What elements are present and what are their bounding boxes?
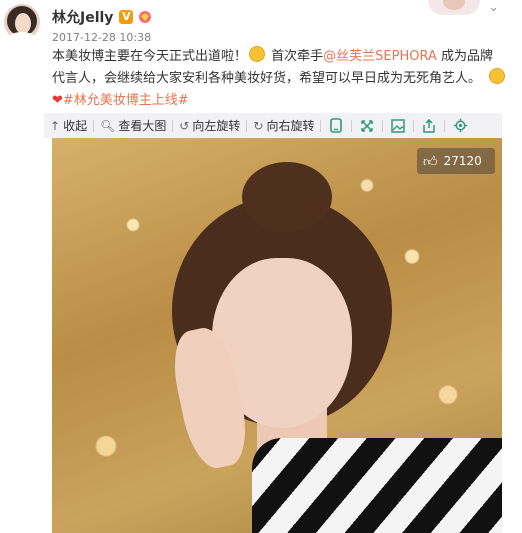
collapse-label: 收起 bbox=[63, 119, 88, 133]
corner-avatar-thumb[interactable] bbox=[428, 0, 480, 15]
avatar-face bbox=[15, 13, 31, 34]
avatar[interactable] bbox=[4, 4, 40, 40]
rotate-right-icon: ↻ bbox=[253, 118, 264, 133]
like-badge[interactable]: 👍︎ 27120 bbox=[417, 148, 495, 174]
settings-icon-graphic bbox=[453, 118, 468, 133]
post-text-segment: 成为品牌 bbox=[441, 49, 494, 64]
rotate-left-label: 向左旋转 bbox=[192, 119, 241, 133]
like-count: 27120 bbox=[443, 154, 482, 168]
verified-badge: V bbox=[119, 10, 134, 24]
view-large-label: 查看大图 bbox=[118, 119, 167, 133]
phone-icon[interactable] bbox=[321, 113, 351, 138]
share-icon[interactable] bbox=[414, 113, 444, 138]
post-text-segment: 代言人，会继续给大家安利各种美妆好货，希望可以早日成为无死角艺人。 bbox=[52, 71, 482, 86]
post-text-segment: 本美妆博主要在今天正式出道啦！ bbox=[52, 49, 248, 64]
view-large-button[interactable]: 🔍︎ 查看大图 bbox=[94, 113, 172, 138]
hashtag-link[interactable]: #林允美妆博主上线# bbox=[63, 93, 189, 108]
post-timestamp[interactable]: 2017-12-28 10:38 bbox=[52, 31, 151, 44]
image-toolbar: ↑ 收起 🔍︎ 查看大图 ↺ 向左旋转 ↻ 向右旋转 bbox=[44, 113, 502, 138]
rotate-right-label: 向右旋转 bbox=[266, 119, 315, 133]
money-emoji-icon bbox=[249, 46, 266, 62]
rotate-left-button[interactable]: ↺ 向左旋转 bbox=[173, 113, 246, 138]
corner-thumb-face bbox=[443, 0, 465, 10]
mention-link[interactable]: @丝芙兰SEPHORA bbox=[323, 49, 437, 64]
share-icon-graphic bbox=[423, 118, 436, 133]
expand-icon-graphic bbox=[361, 119, 374, 132]
collapse-button[interactable]: ↑ 收起 bbox=[44, 113, 93, 138]
phone-icon-graphic bbox=[330, 118, 343, 133]
smile-emoji-icon bbox=[489, 68, 506, 84]
rotate-right-button[interactable]: ↻ 向右旋转 bbox=[247, 113, 320, 138]
settings-icon[interactable] bbox=[445, 113, 475, 138]
heart-icon: ❤ bbox=[52, 93, 63, 108]
photo-striped-dress bbox=[252, 438, 502, 533]
magnifier-icon: 🔍︎ bbox=[100, 118, 116, 133]
expand-icon[interactable] bbox=[352, 113, 382, 138]
avatar-body bbox=[8, 32, 36, 40]
chevron-down-icon[interactable]: ⌄ bbox=[488, 0, 499, 15]
image-icon-graphic bbox=[391, 118, 406, 133]
thumbs-up-icon: 👍︎ bbox=[423, 153, 438, 170]
username[interactable]: 林允Jelly bbox=[52, 7, 113, 27]
photo-hair-bun bbox=[242, 162, 332, 232]
image-icon[interactable] bbox=[383, 113, 413, 138]
rotate-left-icon: ↺ bbox=[179, 118, 190, 133]
up-arrow-icon: ↑ bbox=[50, 118, 61, 133]
user-line: 林允Jelly V bbox=[52, 8, 153, 26]
post-line-2: 代言人，会继续给大家安利各种美妆好货，希望可以早日成为无死角艺人。 bbox=[52, 68, 507, 90]
post-photo[interactable] bbox=[52, 138, 502, 533]
post-line-1: 本美妆博主要在今天正式出道啦！ 首次牵手@丝芙兰SEPHORA 成为品牌 bbox=[52, 46, 493, 68]
post-text-segment: 首次牵手 bbox=[271, 49, 324, 64]
post-line-3: ❤#林允美妆博主上线# bbox=[52, 90, 189, 112]
level-badge-icon bbox=[139, 11, 152, 23]
